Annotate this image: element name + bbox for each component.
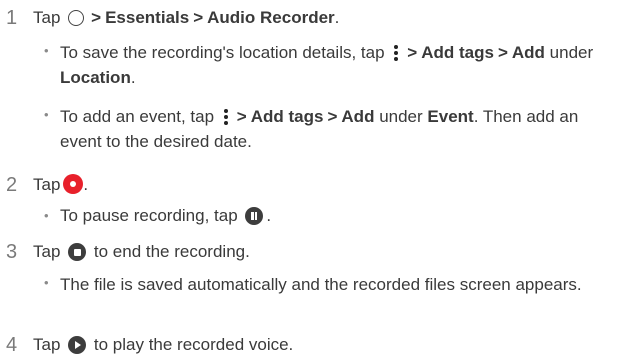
bullet-text: To save the recording's location details… bbox=[60, 40, 635, 90]
menu-add: Add bbox=[511, 43, 545, 62]
text: under bbox=[379, 107, 423, 126]
bullet: • bbox=[44, 208, 49, 223]
text: under bbox=[549, 43, 594, 62]
punctuation: . bbox=[334, 8, 340, 27]
bullet: • bbox=[44, 43, 49, 58]
menu-audio-recorder: Audio Recorder bbox=[207, 8, 335, 27]
tap-word: Tap bbox=[33, 8, 61, 27]
stop-icon bbox=[68, 243, 87, 261]
tap-word: Tap bbox=[33, 175, 61, 194]
step-number: 4 bbox=[6, 334, 18, 356]
step-text: Tap to end the recording. bbox=[33, 241, 250, 263]
separator: > bbox=[193, 8, 204, 27]
separator: > bbox=[236, 107, 247, 126]
tap-word: Tap bbox=[33, 335, 61, 354]
step-text: Tap > Essentials > Audio Recorder. bbox=[33, 7, 339, 29]
pause-icon bbox=[245, 207, 264, 225]
menu-add-tags: Add tags bbox=[250, 107, 324, 126]
instruction-document: 1 Tap > Essentials > Audio Recorder. • To s… bbox=[0, 0, 643, 363]
tap-word: Tap bbox=[33, 242, 61, 261]
separator: > bbox=[497, 43, 508, 62]
menu-add-tags: Add tags bbox=[421, 43, 494, 62]
text: to end the recording. bbox=[93, 242, 250, 261]
bullet: • bbox=[44, 107, 49, 122]
bullet-text: To pause recording, tap . bbox=[60, 205, 271, 227]
punctuation: . bbox=[83, 175, 89, 194]
step-text: Tap. bbox=[33, 174, 88, 196]
step-number: 3 bbox=[6, 241, 18, 263]
punctuation: . bbox=[266, 206, 272, 225]
play-icon bbox=[68, 336, 87, 354]
step-text: Tap to play the recorded voice. bbox=[33, 334, 293, 356]
punctuation: . bbox=[130, 68, 136, 87]
text: To pause recording, tap bbox=[60, 206, 238, 225]
separator: > bbox=[327, 107, 338, 126]
event-label: Event bbox=[427, 107, 474, 126]
separator: > bbox=[91, 8, 102, 27]
more-options-icon bbox=[392, 44, 400, 62]
step-number: 1 bbox=[6, 7, 18, 29]
menu-essentials: Essentials bbox=[105, 8, 190, 27]
home-circle-icon bbox=[68, 10, 85, 26]
text: To add an event, tap bbox=[60, 107, 215, 126]
more-options-icon bbox=[222, 108, 230, 126]
location-label: Location bbox=[60, 68, 131, 87]
bullet-text: The file is saved automatically and the … bbox=[60, 275, 582, 294]
record-icon bbox=[63, 174, 84, 194]
step-number: 2 bbox=[6, 174, 18, 196]
text: to play the recorded voice. bbox=[93, 335, 294, 354]
bullet: • bbox=[44, 275, 49, 290]
text: To save the recording's location details… bbox=[60, 43, 385, 62]
bullet-text: To add an event, tap > Add tags > Add under… bbox=[60, 104, 615, 154]
separator: > bbox=[407, 43, 418, 62]
menu-add: Add bbox=[341, 107, 375, 126]
